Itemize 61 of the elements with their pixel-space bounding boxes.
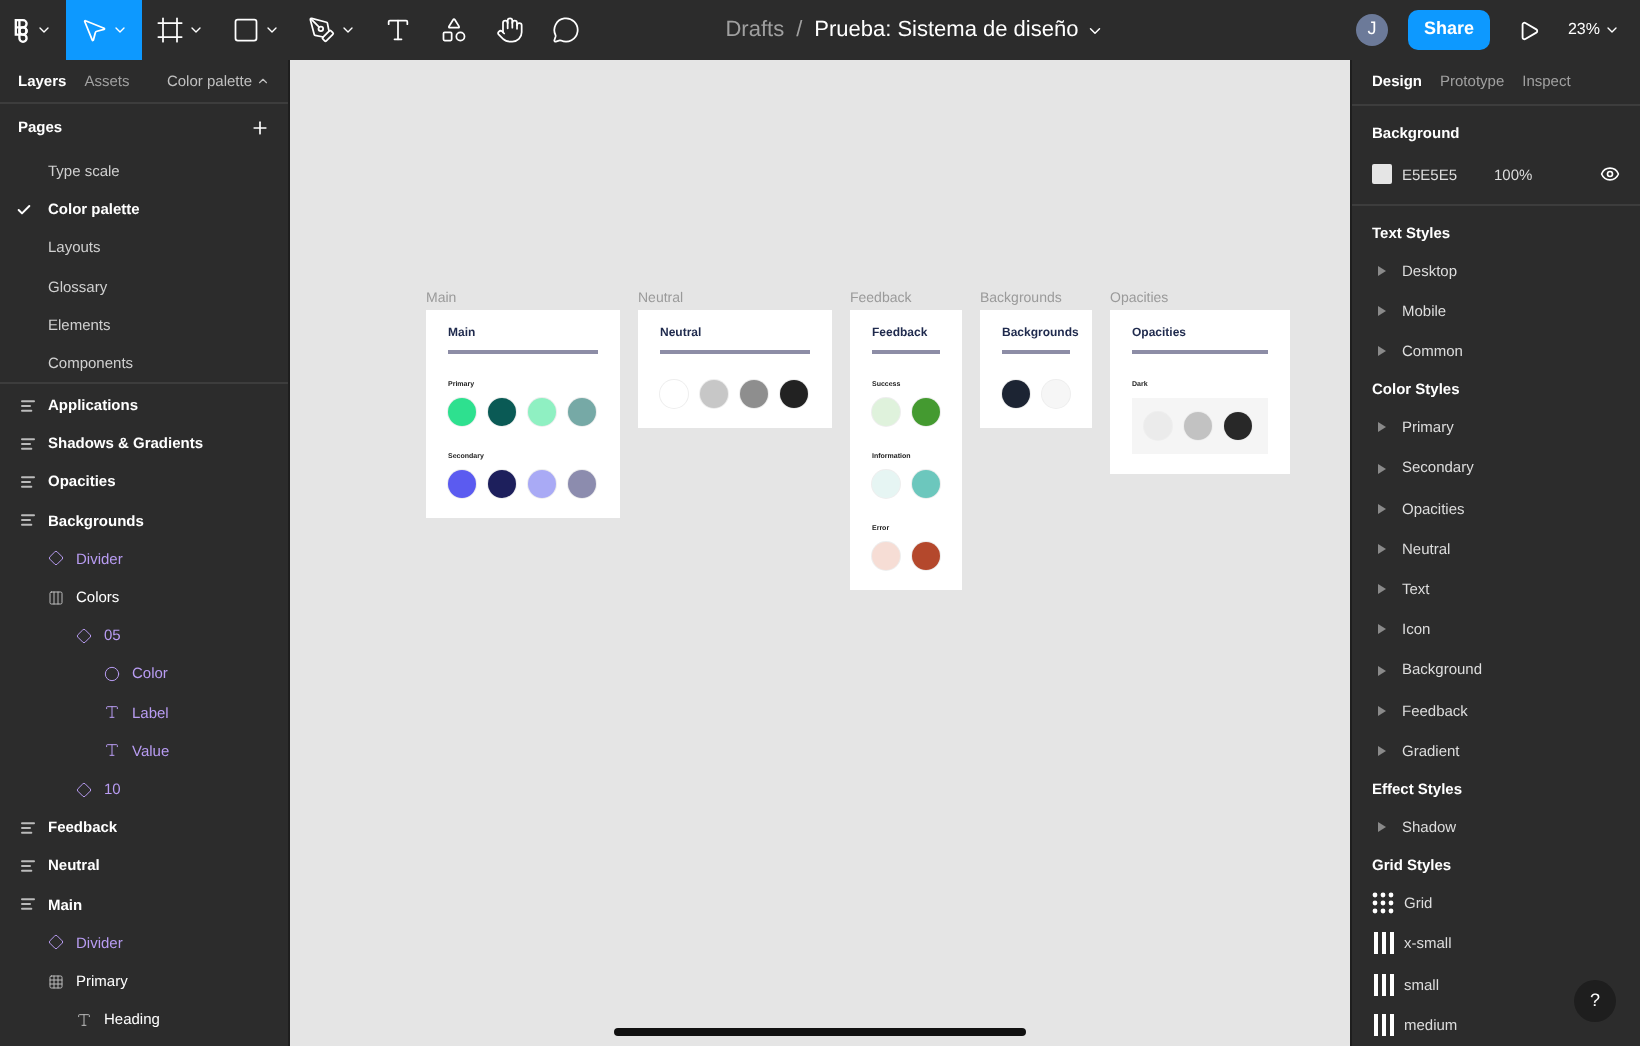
expand-icon	[1378, 665, 1386, 676]
hand-icon	[496, 16, 524, 44]
component-layer-icon	[48, 550, 64, 567]
pen-icon	[308, 16, 336, 44]
expand-icon	[1378, 503, 1386, 514]
ellipse-layer-icon	[104, 666, 120, 683]
expand-icon	[1378, 265, 1386, 276]
text-layer-icon	[76, 1011, 92, 1028]
caret-icon	[188, 22, 204, 38]
background-color-swatch[interactable]	[1372, 164, 1392, 185]
component-layer-icon	[76, 781, 92, 798]
expand-icon	[1378, 822, 1386, 833]
caret-icon	[36, 22, 52, 38]
columns-style-icon	[1373, 973, 1393, 996]
expand-icon	[1378, 346, 1386, 357]
frame-layer-icon	[20, 474, 36, 491]
text-layer-icon	[104, 742, 120, 759]
text-layer-icon	[104, 704, 120, 721]
folder-link[interactable]: Drafts	[725, 13, 785, 47]
file-name-menu[interactable]: Prueba: Sistema de diseño	[814, 13, 1105, 47]
frame-layer-icon	[20, 896, 36, 913]
columns-style-icon	[1373, 932, 1393, 955]
expand-icon	[1378, 705, 1386, 716]
frame-layer-icon	[20, 435, 36, 452]
logo-icon	[14, 17, 32, 43]
frame-layer-icon	[20, 512, 36, 529]
eye-icon[interactable]	[1600, 164, 1620, 185]
expand-icon	[1378, 745, 1386, 756]
help-button[interactable]: ?	[1574, 980, 1616, 1022]
move-icon	[80, 16, 108, 44]
text-icon	[384, 16, 412, 44]
columns-style-icon	[1373, 1013, 1393, 1036]
caret-icon	[264, 22, 280, 38]
zoom-menu[interactable]: 23%	[1567, 18, 1620, 42]
expand-icon	[1378, 624, 1386, 635]
expand-icon	[1378, 306, 1386, 317]
caret-icon	[340, 22, 356, 38]
frame-layer-icon	[20, 397, 36, 414]
expand-icon	[1378, 584, 1386, 595]
add-icon[interactable]	[250, 118, 270, 138]
shape-icon	[232, 16, 260, 44]
expand-icon	[1378, 463, 1386, 474]
resources-icon	[440, 16, 468, 44]
caret-icon	[1604, 22, 1620, 38]
play-icon[interactable]	[1517, 19, 1540, 41]
breadcrumb-separator: /	[796, 15, 803, 46]
expand-icon	[1378, 543, 1386, 554]
frame-layer-icon	[20, 857, 36, 874]
component-layer-icon	[48, 934, 64, 951]
user-avatar[interactable]: J	[1355, 14, 1388, 46]
frame-icon	[156, 16, 184, 44]
autolayout-layer-icon	[48, 589, 64, 606]
expand-icon	[1378, 422, 1386, 433]
comment-icon	[552, 16, 580, 44]
frame-layer-icon	[20, 819, 36, 836]
caret-icon	[256, 74, 270, 88]
caret-icon	[112, 22, 128, 38]
check-icon	[16, 201, 32, 218]
grid-layer-icon	[48, 973, 64, 990]
grid-style-icon	[1372, 892, 1394, 915]
component-layer-icon	[76, 627, 92, 644]
